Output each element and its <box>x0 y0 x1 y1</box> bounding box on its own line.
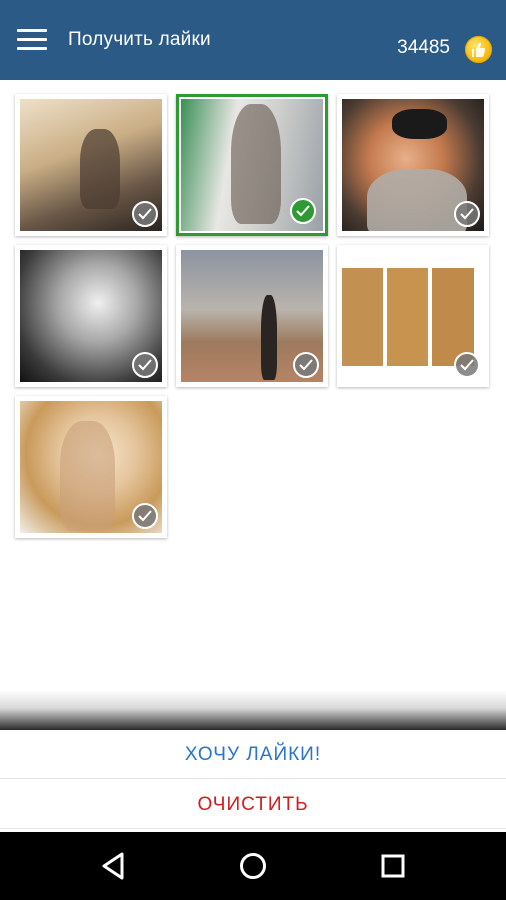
check-icon[interactable] <box>454 201 480 227</box>
system-nav-bar <box>0 832 506 900</box>
coin-balance: 34485 <box>397 37 450 58</box>
app-title: Получить лайки <box>68 29 211 50</box>
screen: Получить лайки 34485 ХОЧУ ЛАЙКИ! ОЧИСТИТ… <box>0 0 506 900</box>
photo-card-7[interactable] <box>15 396 167 538</box>
photo-card-6[interactable] <box>337 245 489 387</box>
recents-square-icon[interactable] <box>373 848 413 884</box>
photo-card-1[interactable] <box>15 94 167 236</box>
back-triangle-icon[interactable] <box>94 848 134 884</box>
check-icon[interactable] <box>293 352 319 378</box>
hamburger-menu-icon[interactable] <box>17 29 51 51</box>
check-icon[interactable] <box>132 503 158 529</box>
home-circle-icon[interactable] <box>233 848 273 884</box>
check-icon[interactable] <box>454 352 480 378</box>
coin-like-icon <box>465 36 492 63</box>
photo-card-5[interactable] <box>176 245 328 387</box>
bottom-panel-shadow <box>0 690 506 730</box>
app-bar: Получить лайки 34485 <box>0 0 506 80</box>
check-icon[interactable] <box>132 201 158 227</box>
photo-card-2[interactable] <box>176 94 328 236</box>
check-icon[interactable] <box>132 352 158 378</box>
want-likes-button[interactable]: ХОЧУ ЛАЙКИ! <box>0 731 506 779</box>
clear-button[interactable]: ОЧИСТИТЬ <box>0 781 506 829</box>
check-icon[interactable] <box>290 198 316 224</box>
photo-card-4[interactable] <box>15 245 167 387</box>
photo-card-3[interactable] <box>337 94 489 236</box>
